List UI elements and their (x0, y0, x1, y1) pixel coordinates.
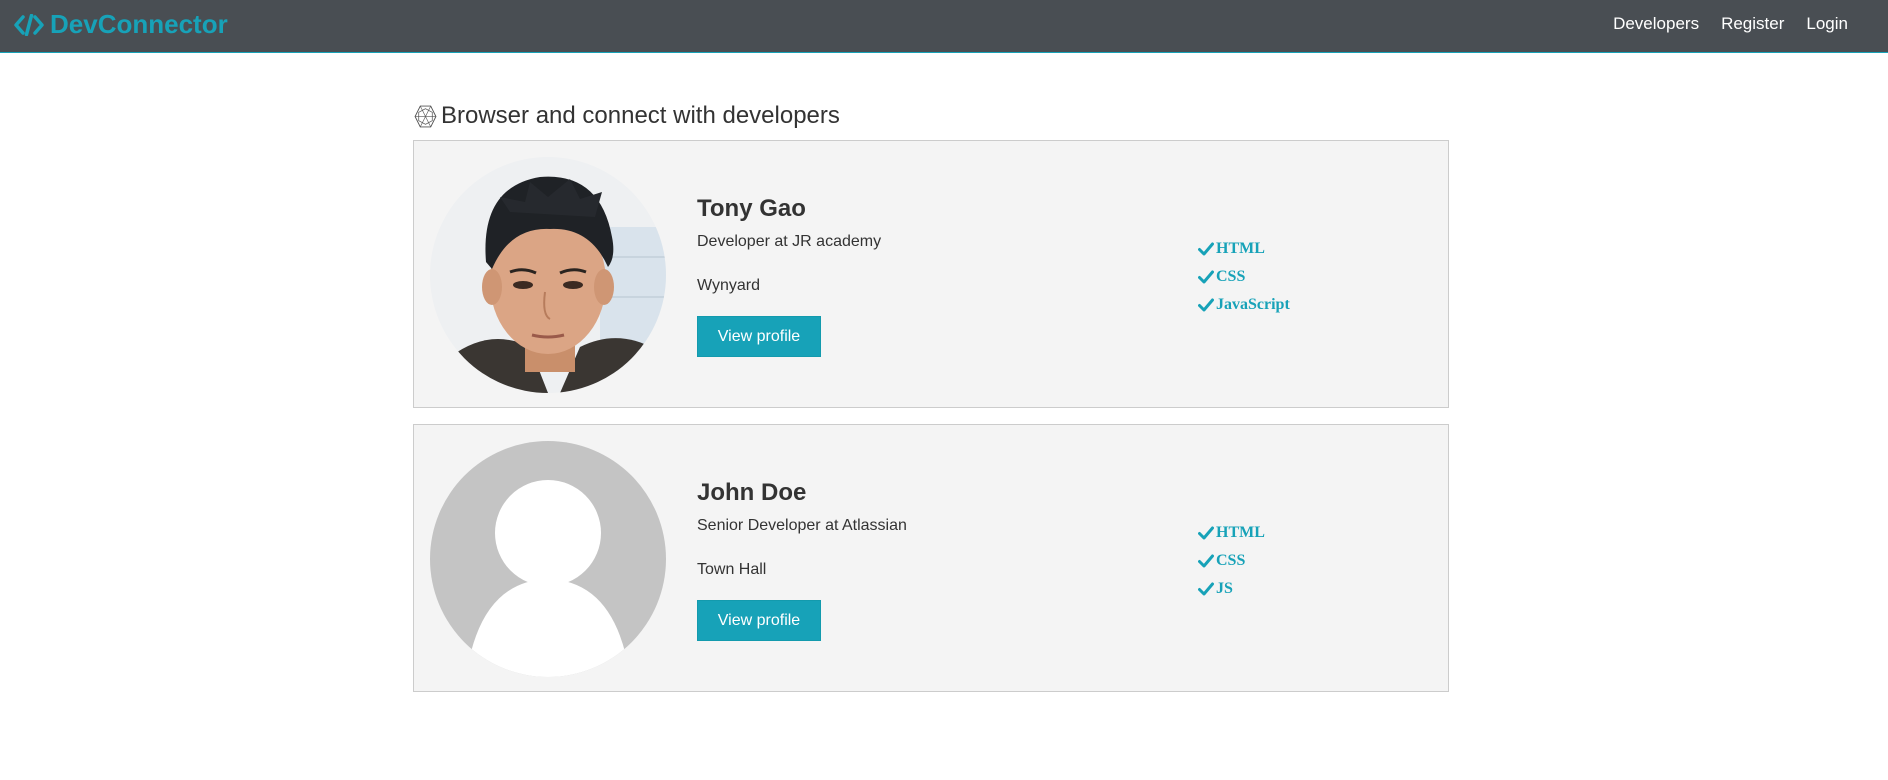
profile-avatar (430, 441, 666, 677)
skill-label: HTML (1216, 524, 1265, 541)
skill-item: CSS (1198, 263, 1290, 291)
profile-location: Town Hall (697, 561, 767, 578)
skills-list: HTML CSS JavaScript (1198, 235, 1290, 319)
profile-name: Tony Gao (697, 195, 806, 222)
skill-item: JavaScript (1198, 291, 1290, 319)
check-icon (1198, 270, 1214, 284)
check-icon (1198, 242, 1214, 256)
skill-item: JS (1198, 575, 1265, 603)
skill-item: CSS (1198, 547, 1265, 575)
profile-status: Developer at JR academy (697, 233, 882, 250)
profile-location: Wynyard (697, 277, 760, 294)
skill-item: HTML (1198, 519, 1265, 547)
skill-label: CSS (1216, 552, 1246, 569)
lead-text: Browser and connect with developers (441, 102, 840, 129)
skill-label: JavaScript (1216, 296, 1290, 313)
profile-info: John Doe Senior Developer at Atlassian T… (697, 479, 907, 641)
brand-link[interactable]: DevConnector (14, 9, 228, 40)
brand-name: DevConnector (50, 9, 228, 39)
profile-avatar (430, 157, 666, 393)
skill-label: CSS (1216, 268, 1246, 285)
profile-card: John Doe Senior Developer at Atlassian T… (413, 424, 1449, 692)
profile-card: Tony Gao Developer at JR academy Wynyard… (413, 140, 1449, 408)
skill-label: HTML (1216, 240, 1265, 257)
check-icon (1198, 298, 1214, 312)
view-profile-button[interactable]: View profile (697, 600, 821, 641)
nav-link-login[interactable]: Login (1806, 13, 1848, 35)
nav-link-developers[interactable]: Developers (1613, 13, 1699, 35)
profile-photo-icon (430, 157, 666, 393)
navbar: DevConnector Developers Register Login (0, 0, 1888, 53)
profile-info: Tony Gao Developer at JR academy Wynyard… (697, 195, 881, 357)
check-icon (1198, 582, 1214, 596)
profile-status: Senior Developer at Atlassian (697, 517, 907, 534)
nav-links: Developers Register Login (1591, 13, 1848, 35)
check-icon (1198, 526, 1214, 540)
check-icon (1198, 554, 1214, 568)
profiles-container: Browser and connect with developers Tony… (413, 84, 1449, 708)
nav-link-register[interactable]: Register (1721, 13, 1784, 35)
connect-develop-icon (413, 104, 438, 129)
skill-label: JS (1216, 580, 1233, 597)
default-avatar-icon (430, 441, 666, 677)
code-icon (14, 13, 44, 36)
profile-name: John Doe (697, 479, 807, 506)
view-profile-button[interactable]: View profile (697, 316, 821, 357)
page-lead: Browser and connect with developers (413, 92, 1449, 140)
skills-list: HTML CSS JS (1198, 519, 1265, 603)
skill-item: HTML (1198, 235, 1290, 263)
